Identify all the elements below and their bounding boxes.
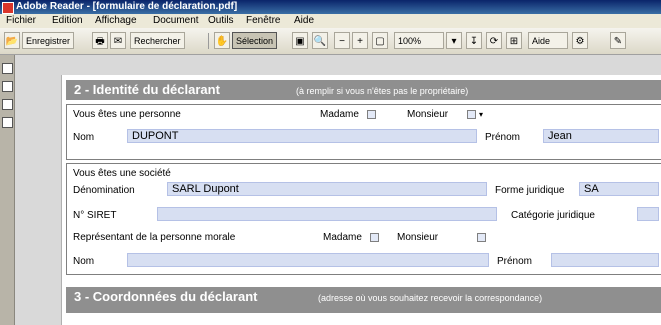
email-icon[interactable]: ✉ bbox=[110, 32, 126, 49]
denomination-field[interactable]: SARL Dupont bbox=[167, 182, 487, 196]
menu-document[interactable]: Document bbox=[153, 15, 199, 26]
section-2-title: 2 - Identité du déclarant bbox=[74, 82, 220, 97]
monsieur-checkbox[interactable] bbox=[467, 110, 476, 119]
section-3-header: 3 - Coordonnées du déclarant (adresse où… bbox=[66, 287, 661, 313]
page-fit-icon[interactable]: ⊞ bbox=[506, 32, 522, 49]
app-icon bbox=[2, 2, 14, 14]
representant-monsieur-checkbox[interactable] bbox=[477, 233, 486, 242]
chevron-down-icon: ▾ bbox=[478, 110, 483, 119]
denomination-label: Dénomination bbox=[73, 185, 135, 196]
representant-prenom-label: Prénom bbox=[497, 256, 533, 267]
forme-juridique-label: Forme juridique bbox=[495, 185, 565, 196]
section-2-header: 2 - Identité du déclarant (à remplir si … bbox=[66, 80, 661, 100]
categorie-juridique-field[interactable] bbox=[637, 207, 659, 221]
company-block: Vous êtes une société Dénomination SARL … bbox=[66, 163, 661, 275]
madame-label: Madame bbox=[320, 109, 359, 120]
categorie-juridique-label: Catégorie juridique bbox=[511, 210, 595, 221]
navigation-panel bbox=[0, 55, 15, 325]
snapshot-icon[interactable]: ▣ bbox=[292, 32, 308, 49]
window-titlebar: Adobe Reader - [formulaire de déclaratio… bbox=[0, 0, 661, 14]
representant-madame-checkbox[interactable] bbox=[370, 233, 379, 242]
chevron-down-icon[interactable]: ▾ bbox=[446, 32, 462, 49]
representant-nom-label: Nom bbox=[73, 256, 95, 267]
rotate-icon[interactable]: ⟳ bbox=[486, 32, 502, 49]
representant-madame-label: Madame bbox=[323, 232, 362, 243]
signatures-icon[interactable] bbox=[2, 99, 13, 110]
prenom-field[interactable]: Jean bbox=[543, 129, 659, 143]
menu-window[interactable]: Fenêtre bbox=[246, 15, 280, 26]
attachments-icon[interactable] bbox=[2, 117, 13, 128]
zoom-field[interactable]: 100% bbox=[394, 32, 444, 49]
company-heading: Vous êtes une société bbox=[73, 168, 171, 179]
menu-edit[interactable]: Edition bbox=[52, 15, 83, 26]
tools-icon[interactable]: ⚙ bbox=[572, 32, 588, 49]
representant-nom-field[interactable] bbox=[127, 253, 489, 267]
nom-label: Nom bbox=[73, 132, 95, 143]
open-icon[interactable]: 📂 bbox=[4, 32, 20, 49]
menu-tools[interactable]: Outils bbox=[208, 15, 234, 26]
toolbar: 📂 Enregistrer 🖶 ✉ Rechercher ✋ Sélection… bbox=[0, 28, 661, 55]
pdf-page: 2 - Identité du déclarant (à remplir si … bbox=[61, 75, 661, 325]
search-button[interactable]: Rechercher bbox=[130, 32, 185, 49]
section-3-subtitle: (adresse où vous souhaitez recevoir la c… bbox=[318, 293, 543, 303]
hand-tool-icon[interactable]: ✋ bbox=[214, 32, 230, 49]
zoom-in-icon[interactable]: 🔍 bbox=[312, 32, 328, 49]
section-3-title: 3 - Coordonnées du déclarant bbox=[74, 289, 258, 304]
sign-icon[interactable]: ✎ bbox=[610, 32, 626, 49]
bookmarks-icon[interactable] bbox=[2, 81, 13, 92]
fit-page-icon[interactable]: ▢ bbox=[372, 32, 388, 49]
madame-checkbox[interactable] bbox=[367, 110, 376, 119]
representant-prenom-field[interactable] bbox=[551, 253, 659, 267]
menu-bar: Fichier Edition Affichage Document Outil… bbox=[0, 14, 661, 28]
zoom-out-icon[interactable]: − bbox=[334, 32, 350, 49]
representant-label: Représentant de la personne morale bbox=[73, 232, 236, 243]
window-title: Adobe Reader - [formulaire de déclaratio… bbox=[16, 1, 238, 12]
forme-juridique-field[interactable]: SA bbox=[579, 182, 659, 196]
select-tool-button[interactable]: Sélection bbox=[232, 32, 278, 49]
representant-monsieur-label: Monsieur bbox=[397, 232, 439, 243]
siret-label: N° SIRET bbox=[73, 210, 117, 221]
page-down-icon[interactable]: ↧ bbox=[466, 32, 482, 49]
siret-field[interactable] bbox=[157, 207, 497, 221]
toolbar-separator bbox=[208, 33, 209, 49]
nom-field[interactable]: DUPONT bbox=[127, 129, 477, 143]
document-canvas: 2 - Identité du déclarant (à remplir si … bbox=[15, 55, 661, 325]
save-button[interactable]: Enregistrer bbox=[22, 32, 75, 49]
menu-view[interactable]: Affichage bbox=[95, 15, 137, 26]
individual-heading: Vous êtes une personne bbox=[73, 109, 181, 120]
zoom-in-plus-icon[interactable]: + bbox=[352, 32, 368, 49]
menu-help[interactable]: Aide bbox=[294, 15, 314, 26]
individual-block: Vous êtes une personne Madame Monsieur ▾… bbox=[66, 104, 661, 160]
help-button[interactable]: Aide bbox=[528, 32, 568, 49]
print-icon[interactable]: 🖶 bbox=[92, 32, 108, 49]
section-2-subtitle: (à remplir si vous n'êtes pas le proprié… bbox=[296, 86, 469, 96]
monsieur-label: Monsieur bbox=[407, 109, 449, 120]
menu-file[interactable]: Fichier bbox=[6, 15, 36, 26]
pages-icon[interactable] bbox=[2, 63, 13, 74]
prenom-label: Prénom bbox=[485, 132, 521, 143]
